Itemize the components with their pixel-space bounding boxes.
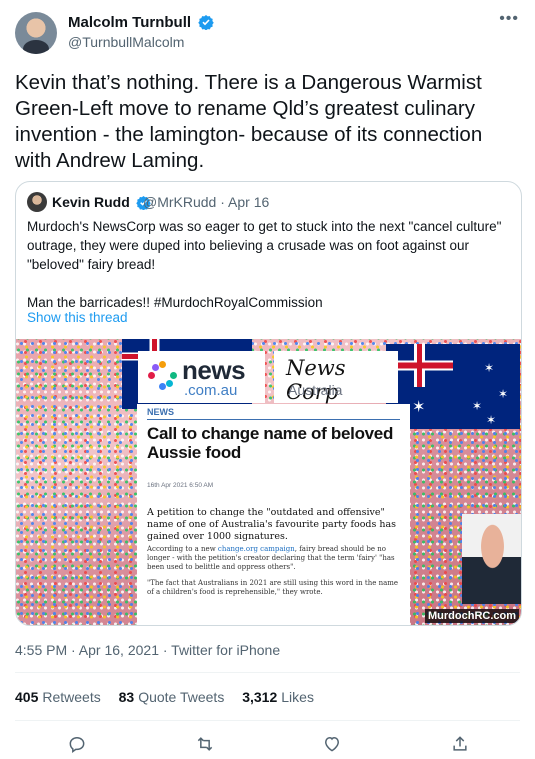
author-name-row[interactable]: Malcolm Turnbull xyxy=(68,14,214,31)
retweets-stat[interactable]: 405 Retweets xyxy=(15,689,101,705)
image-watermark: MurdochRC.com xyxy=(425,609,519,623)
quoted-tweet[interactable]: Kevin Rudd @MrKRudd · Apr 16 Murdoch's N… xyxy=(15,181,522,626)
author-name[interactable]: Malcolm Turnbull xyxy=(68,14,191,31)
quoted-handle-date: @MrKRudd · Apr 16 xyxy=(143,194,270,210)
star-icon: ✶ xyxy=(498,387,509,401)
quote-tweets-stat[interactable]: 83 Quote Tweets xyxy=(119,689,225,705)
news-logo-sub: .com.au xyxy=(184,382,238,399)
tweet-text: Kevin that’s nothing. There is a Dangero… xyxy=(15,71,483,172)
article-lead: A petition to change the "outdated and o… xyxy=(147,507,397,542)
article-date: 16th Apr 2021 6:50 AM xyxy=(147,482,214,489)
star-icon: ✶ xyxy=(486,413,497,427)
quoted-avatar[interactable] xyxy=(27,192,47,212)
star-icon: ✶ xyxy=(484,361,495,375)
quoted-author-name[interactable]: Kevin Rudd xyxy=(52,194,130,210)
article-body: According to a new change.org campaign, … xyxy=(147,545,395,571)
article-tag: NEWS xyxy=(147,407,174,417)
divider xyxy=(15,720,520,721)
quoted-name-row[interactable]: Kevin Rudd xyxy=(52,194,151,210)
article-quote: "The fact that Australians in 2021 are s… xyxy=(147,579,399,596)
share-icon[interactable] xyxy=(450,734,470,754)
engagement-stats: 405 Retweets 83 Quote Tweets 3,312 Likes xyxy=(15,689,328,705)
star-icon: ✶ xyxy=(412,399,426,416)
retweet-icon[interactable] xyxy=(195,734,215,754)
tweet-avatar[interactable] xyxy=(15,12,57,54)
like-heart-icon[interactable] xyxy=(322,734,342,754)
quoted-text-paragraph-1: Murdoch's NewsCorp was so eager to get t… xyxy=(27,219,502,272)
article-title: Call to change name of beloved Aussie fo… xyxy=(147,424,394,462)
star-icon: ✶ xyxy=(472,399,483,413)
divider xyxy=(15,672,520,673)
news-corp-sub: Australia xyxy=(288,382,343,398)
tweet-timestamp[interactable]: 4:55 PM · Apr 16, 2021 · Twitter for iPh… xyxy=(15,642,280,658)
likes-stat[interactable]: 3,312 Likes xyxy=(242,689,314,705)
news-dots-icon xyxy=(148,361,178,391)
news-com-au-logo: news .com.au xyxy=(138,351,265,403)
news-corp-logo: News Corp Australia xyxy=(274,351,398,404)
tweet-actions xyxy=(0,734,535,754)
quoted-media-image[interactable]: ✶ ✶ ✶ ✶ ✶ ✶ news .com.au News Corp Austr xyxy=(16,339,521,625)
man-portrait-photo xyxy=(462,514,521,604)
author-handle[interactable]: @TurnbullMalcolm xyxy=(68,34,184,50)
more-options-icon[interactable]: ••• xyxy=(499,10,519,28)
reply-icon[interactable] xyxy=(67,734,87,754)
show-thread-link[interactable]: Show this thread xyxy=(27,310,128,325)
verified-badge-icon xyxy=(198,15,214,30)
article-body-link: change.org campaign xyxy=(217,545,295,553)
